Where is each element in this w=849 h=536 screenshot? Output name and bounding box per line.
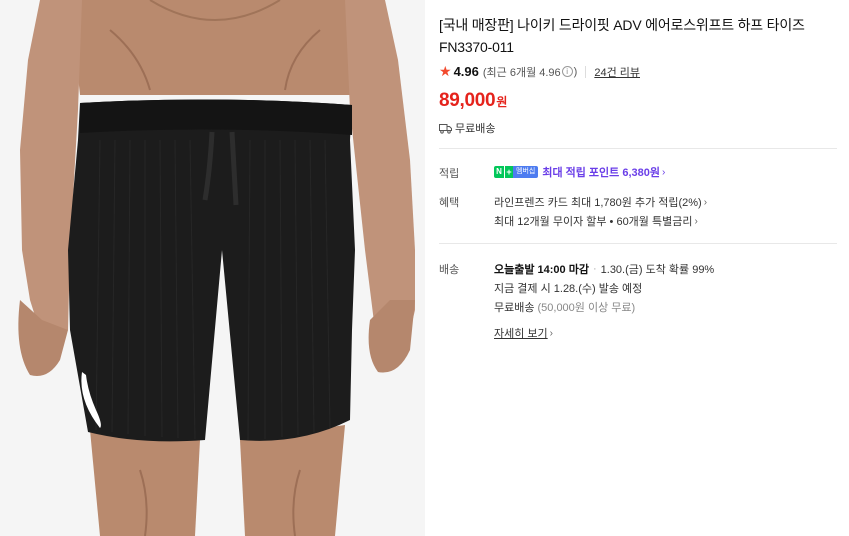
review-count-link[interactable]: 24건 리뷰 xyxy=(594,64,640,80)
installment-benefit-link[interactable]: 최대 12개월 무이자 할부 • 60개월 특별금리 › xyxy=(494,213,698,229)
rating-row: ★ 4.96 (최근 6개월 4.96 i ) 24건 리뷰 xyxy=(439,63,640,80)
divider xyxy=(585,65,587,78)
dispatch-text: 지금 결제 시 1.28.(수) 발송 예정 xyxy=(494,283,643,295)
chevron-right-icon: › xyxy=(661,166,666,178)
max-points-text: 최대 적립 포인트 6,380원 xyxy=(542,167,660,179)
recent-rating: (최근 6개월 4.96 xyxy=(482,66,561,79)
chevron-right-icon: › xyxy=(703,196,708,208)
price: 89,000 원 xyxy=(439,90,507,112)
today-dispatch-cutoff: 오늘출발 14:00 마감 xyxy=(494,264,589,276)
points-label: 적립 xyxy=(439,168,460,180)
arrival-probability: 1.30.(금) 도착 확률 99% xyxy=(600,264,715,276)
free-shipping-condition: (50,000원 이상 무료) xyxy=(537,302,636,314)
product-title-line1: [국내 매장판] 나이키 드라이핏 ADV 에어로스위프트 하프 타이즈 xyxy=(439,17,805,33)
product-model-code: FN3370-011 xyxy=(439,39,514,55)
info-icon[interactable]: i xyxy=(561,66,573,77)
delivery-detail-link[interactable]: 자세히 보기 › xyxy=(494,325,553,341)
shipping-free-label: 무료배송 xyxy=(455,123,496,135)
divider xyxy=(439,148,837,149)
chevron-right-icon: › xyxy=(694,215,698,227)
price-unit: 원 xyxy=(496,95,508,109)
product-title: [국내 매장판] 나이키 드라이핏 ADV 에어로스위프트 하프 타이즈 FN3… xyxy=(439,14,839,58)
naver-n-icon: N xyxy=(494,166,504,178)
product-image[interactable] xyxy=(0,0,425,536)
rating-score: 4.96 xyxy=(453,64,479,79)
naver-membership-badge: N + 멤버십 xyxy=(494,166,539,178)
detail-link-text[interactable]: 자세히 보기 xyxy=(494,325,548,341)
plus-icon: + xyxy=(504,166,513,178)
truck-icon xyxy=(439,123,452,134)
delivery-cutoff-row: 오늘출발 14:00 마감 · 1.30.(금) 도착 확률 99% xyxy=(494,261,714,277)
delivery-label: 배송 xyxy=(439,264,460,276)
shipping-summary: 무료배송 xyxy=(439,120,495,136)
divider xyxy=(439,243,837,244)
dispatch-row: 지금 결제 시 1.28.(수) 발송 예정 xyxy=(494,280,642,296)
free-shipping-text: 무료배송 xyxy=(494,302,535,314)
free-shipping-row: 무료배송 (50,000원 이상 무료) xyxy=(494,299,635,315)
benefits-label: 혜택 xyxy=(439,197,460,209)
star-icon: ★ xyxy=(439,63,452,79)
installment-text: 최대 12개월 무이자 할부 • 60개월 특별금리 xyxy=(494,216,693,228)
chevron-right-icon: › xyxy=(549,327,553,339)
product-photo-shorts xyxy=(0,0,425,536)
price-amount: 89,000 xyxy=(439,90,496,111)
membership-label: 멤버십 xyxy=(513,166,539,178)
card-benefit-text: 라인프렌즈 카드 최대 1,780원 추가 적립(2%) xyxy=(494,197,702,209)
points-row[interactable]: N + 멤버십 최대 적립 포인트 6,380원 › xyxy=(494,164,665,180)
card-benefit-link[interactable]: 라인프렌즈 카드 최대 1,780원 추가 적립(2%) › xyxy=(494,194,707,210)
recent-rating-close: ) xyxy=(573,65,578,78)
dot-separator: · xyxy=(592,263,597,275)
